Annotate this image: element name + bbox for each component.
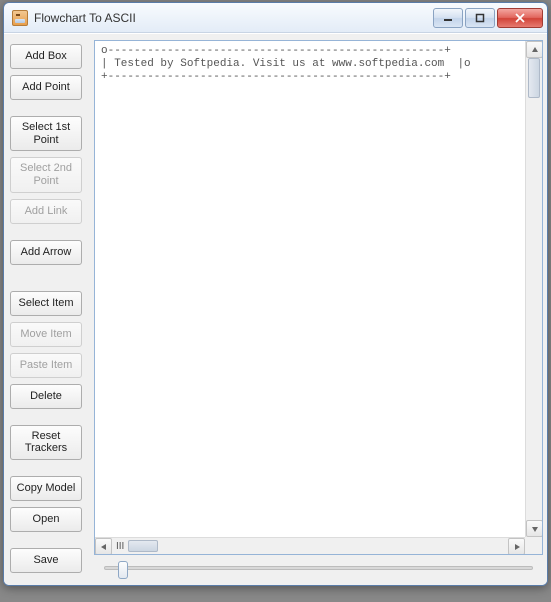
zoom-slider-thumb[interactable] bbox=[118, 561, 128, 579]
main-panel: o---------------------------------------… bbox=[94, 40, 543, 581]
client-area: Add Box Add Point Select 1st Point Selec… bbox=[4, 33, 547, 585]
reset-trackers-button[interactable]: Reset Trackers bbox=[10, 425, 82, 460]
chevron-right-icon bbox=[513, 543, 521, 551]
hscroll-track[interactable] bbox=[128, 538, 508, 554]
scroll-right-button[interactable] bbox=[508, 538, 525, 555]
spacer bbox=[10, 106, 88, 110]
close-icon bbox=[515, 13, 525, 23]
add-box-button[interactable]: Add Box bbox=[10, 44, 82, 69]
delete-button[interactable]: Delete bbox=[10, 384, 82, 409]
spacer bbox=[10, 271, 88, 285]
maximize-icon bbox=[475, 13, 485, 23]
copy-model-button[interactable]: Copy Model bbox=[10, 476, 82, 501]
canvas-line: o---------------------------------------… bbox=[101, 45, 451, 57]
maximize-button[interactable] bbox=[465, 8, 495, 28]
close-button[interactable] bbox=[497, 8, 543, 28]
zoom-slider-bar bbox=[94, 555, 543, 581]
select-1st-point-button[interactable]: Select 1st Point bbox=[10, 116, 82, 151]
move-item-button[interactable]: Move Item bbox=[10, 322, 82, 347]
vertical-scrollbar[interactable] bbox=[525, 41, 542, 537]
add-point-button[interactable]: Add Point bbox=[10, 75, 82, 100]
minimize-icon bbox=[443, 13, 453, 23]
chevron-down-icon bbox=[531, 525, 539, 533]
hscroll-thumb[interactable] bbox=[128, 540, 158, 552]
ascii-canvas[interactable]: o---------------------------------------… bbox=[95, 41, 542, 554]
scroll-up-button[interactable] bbox=[526, 41, 543, 58]
vscroll-thumb[interactable] bbox=[528, 58, 540, 98]
window-title: Flowchart To ASCII bbox=[34, 11, 431, 25]
sidebar: Add Box Add Point Select 1st Point Selec… bbox=[10, 40, 88, 581]
spacer bbox=[10, 415, 88, 419]
vscroll-track[interactable] bbox=[526, 58, 542, 520]
select-item-button[interactable]: Select Item bbox=[10, 291, 82, 316]
canvas-line: +---------------------------------------… bbox=[101, 71, 451, 83]
app-window: Flowchart To ASCII Add Box Add Point Sel… bbox=[3, 2, 548, 586]
scroll-corner bbox=[525, 537, 542, 554]
add-arrow-button[interactable]: Add Arrow bbox=[10, 240, 82, 265]
open-button[interactable]: Open bbox=[10, 507, 82, 532]
canvas-container: o---------------------------------------… bbox=[94, 40, 543, 555]
titlebar[interactable]: Flowchart To ASCII bbox=[4, 3, 547, 33]
spacer bbox=[10, 538, 88, 542]
canvas-line: | Tested by Softpedia. Visit us at www.s… bbox=[101, 58, 471, 70]
window-controls bbox=[431, 8, 543, 28]
paste-item-button[interactable]: Paste Item bbox=[10, 353, 82, 378]
app-icon bbox=[12, 10, 28, 26]
spacer bbox=[10, 230, 88, 234]
hscroll-label: III bbox=[112, 541, 128, 552]
add-link-button[interactable]: Add Link bbox=[10, 199, 82, 224]
spacer bbox=[10, 466, 88, 470]
scroll-down-button[interactable] bbox=[526, 520, 543, 537]
zoom-slider-track[interactable] bbox=[104, 566, 533, 570]
save-button[interactable]: Save bbox=[10, 548, 82, 573]
chevron-up-icon bbox=[531, 46, 539, 54]
chevron-left-icon bbox=[100, 543, 108, 551]
scroll-left-button[interactable] bbox=[95, 538, 112, 555]
select-2nd-point-button[interactable]: Select 2nd Point bbox=[10, 157, 82, 192]
horizontal-scrollbar[interactable]: III bbox=[95, 537, 525, 554]
minimize-button[interactable] bbox=[433, 8, 463, 28]
